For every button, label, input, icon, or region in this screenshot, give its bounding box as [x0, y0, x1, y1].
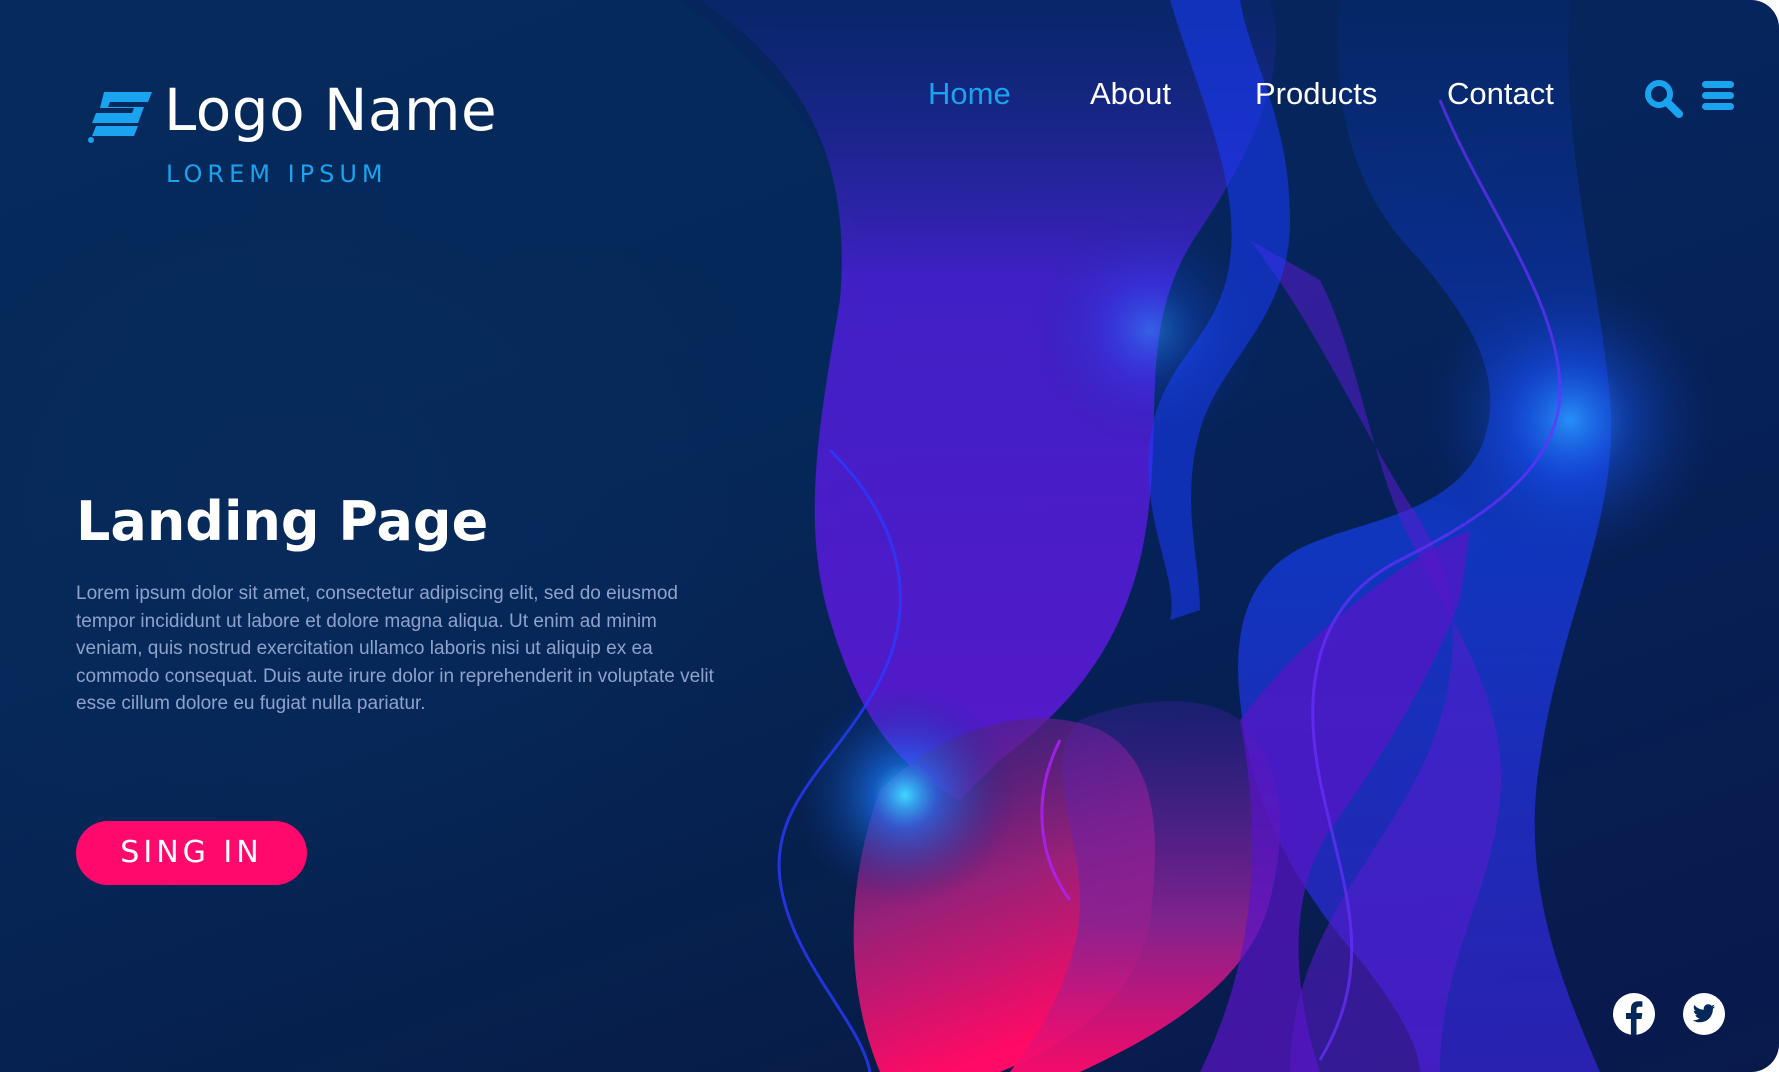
search-icon[interactable] [1643, 78, 1685, 120]
twitter-icon[interactable] [1682, 992, 1726, 1036]
brand-logo[interactable]: Logo Name LOREM IPSUM [88, 76, 528, 198]
landing-page: Logo Name LOREM IPSUM Home About Product… [0, 0, 1779, 1072]
logo-mark-icon [88, 92, 152, 143]
logo-tagline: LOREM IPSUM [166, 160, 388, 188]
nav-link-products[interactable]: Products [1255, 76, 1377, 112]
nav-link-about[interactable]: About [1090, 76, 1171, 112]
hero-title: Landing Page [76, 490, 489, 553]
nav-link-home[interactable]: Home [928, 76, 1011, 112]
nav-link-contact[interactable]: Contact [1447, 76, 1554, 112]
logo-name: Logo Name [164, 76, 498, 144]
sign-in-button[interactable]: SING IN [76, 821, 307, 885]
facebook-icon[interactable] [1612, 992, 1656, 1036]
hamburger-menu-icon[interactable] [1700, 78, 1736, 120]
hero-body-text: Lorem ipsum dolor sit amet, consectetur … [76, 583, 714, 714]
